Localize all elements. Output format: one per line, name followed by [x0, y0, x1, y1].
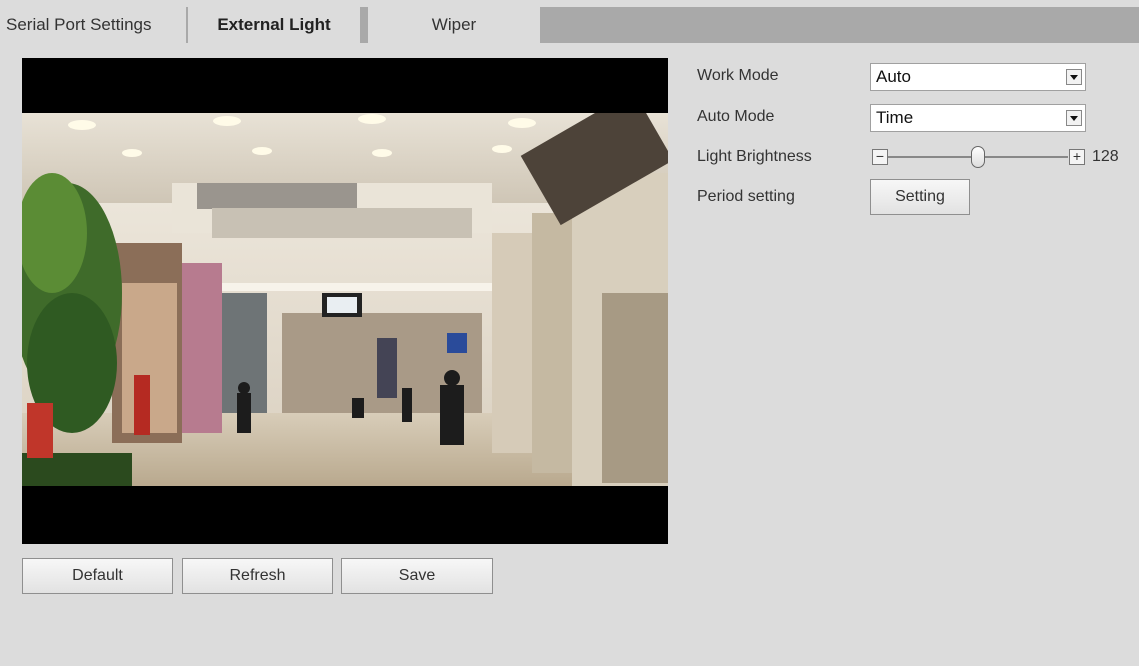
auto-mode-value: Time — [876, 108, 914, 127]
dropdown-arrow-icon[interactable] — [1066, 110, 1082, 126]
light-brightness-label: Light Brightness — [697, 148, 812, 165]
work-mode-value: Auto — [876, 67, 911, 86]
period-setting-label: Period setting — [697, 188, 795, 205]
auto-mode-select[interactable]: Time — [870, 104, 1086, 132]
default-button[interactable]: Default — [22, 558, 173, 594]
auto-mode-label: Auto Mode — [697, 108, 775, 125]
period-setting-button[interactable]: Setting — [870, 179, 970, 215]
refresh-button[interactable]: Refresh — [182, 558, 333, 594]
tab-wiper[interactable]: Wiper — [368, 7, 540, 43]
brightness-slider-thumb[interactable] — [971, 146, 985, 168]
dropdown-arrow-icon[interactable] — [1066, 69, 1082, 85]
work-mode-label: Work Mode — [697, 67, 779, 84]
mall-scene-image — [22, 113, 668, 486]
tab-external-light[interactable]: External Light — [188, 7, 360, 43]
work-mode-select[interactable]: Auto — [870, 63, 1086, 91]
tab-serial-port-settings[interactable]: Serial Port Settings — [0, 7, 186, 43]
video-preview — [22, 58, 668, 544]
save-button[interactable]: Save — [341, 558, 493, 594]
tab-divider — [360, 7, 368, 43]
minus-icon[interactable]: − — [872, 149, 888, 165]
plus-icon[interactable]: + — [1069, 149, 1085, 165]
tab-bar: Serial Port Settings External Light Wipe… — [0, 7, 1139, 43]
light-brightness-value: 128 — [1092, 148, 1119, 165]
